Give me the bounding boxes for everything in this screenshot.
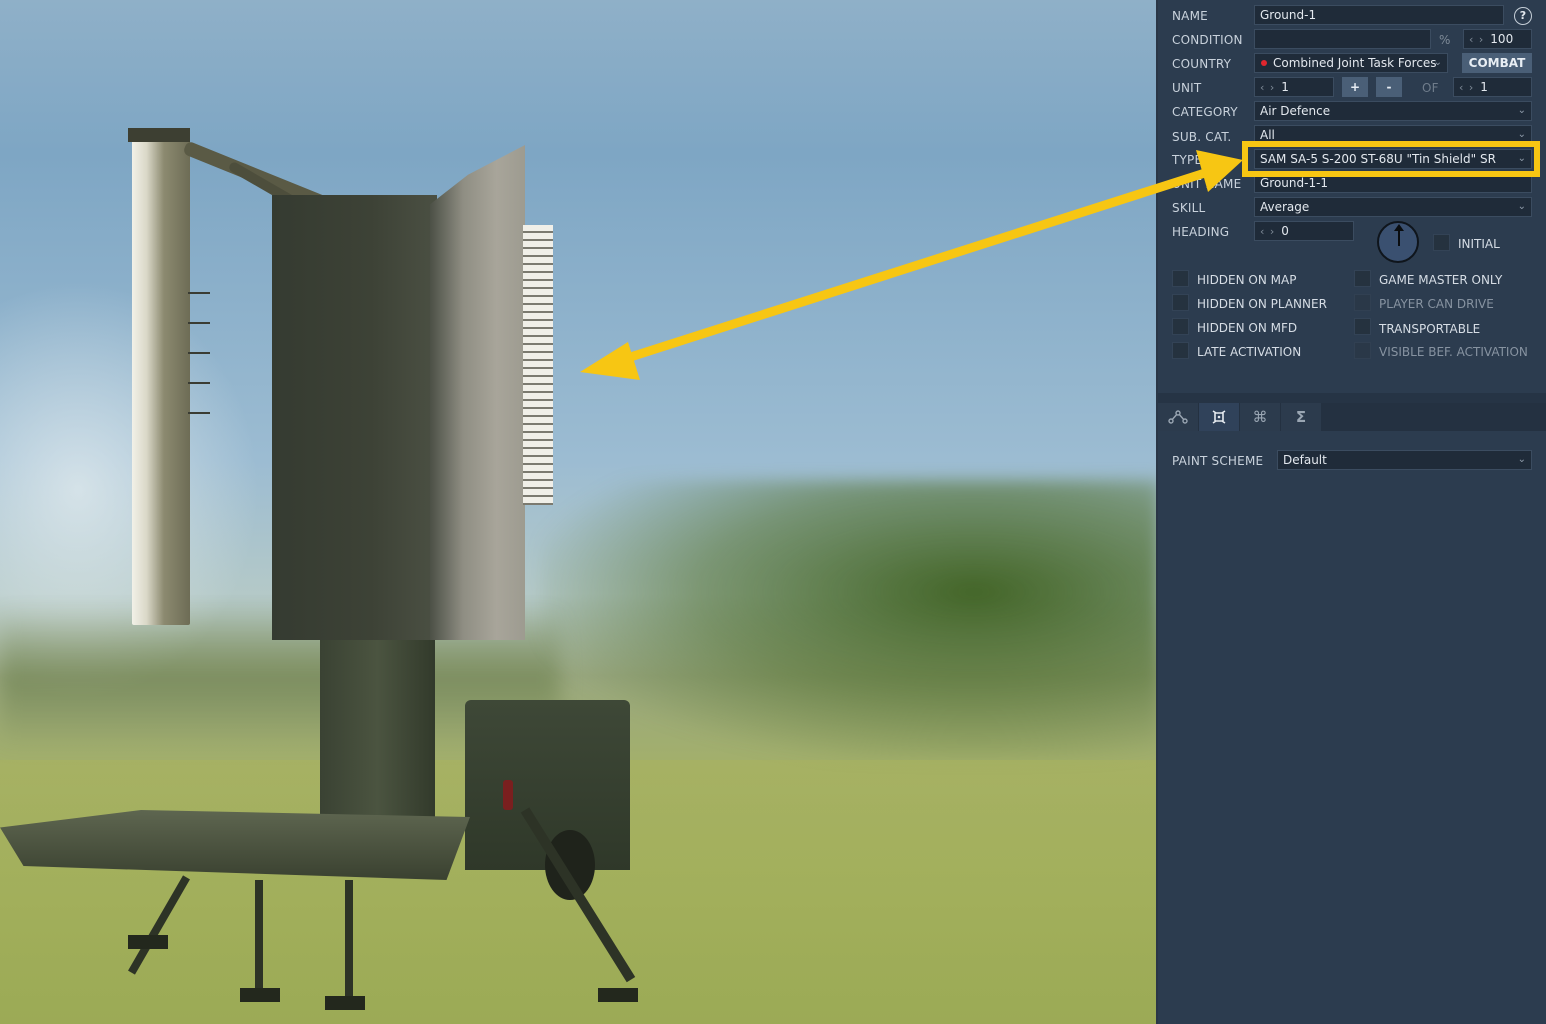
unit-target-icon bbox=[1212, 410, 1226, 424]
game-master-only-checkbox[interactable] bbox=[1354, 270, 1371, 287]
spinner-arrows-icon[interactable]: ‹ › bbox=[1260, 81, 1275, 94]
paint-scheme-label: PAINT SCHEME bbox=[1172, 454, 1264, 468]
visible-before-activation-label: VISIBLE BEF. ACTIVATION bbox=[1379, 345, 1528, 359]
transportable-checkbox[interactable] bbox=[1354, 318, 1371, 335]
outrigger-foot bbox=[240, 988, 280, 1002]
heading-dial[interactable] bbox=[1377, 221, 1419, 263]
player-can-drive-label: PLAYER CAN DRIVE bbox=[1379, 297, 1494, 311]
radar-iff-antenna-mast bbox=[132, 135, 190, 625]
subcategory-label: SUB. CAT. bbox=[1172, 130, 1232, 144]
background-trees bbox=[540, 480, 1156, 760]
condition-input[interactable] bbox=[1254, 29, 1431, 49]
radar-tail-light bbox=[503, 780, 513, 810]
panel-tab-bar: ⌘ Σ bbox=[1158, 403, 1546, 431]
radar-antenna-reflector bbox=[430, 145, 525, 640]
initial-heading-checkbox[interactable] bbox=[1433, 234, 1450, 251]
spinner-arrows-icon[interactable]: ‹ › bbox=[1459, 81, 1474, 94]
chevron-down-icon: ⌄ bbox=[1517, 201, 1526, 212]
chevron-down-icon: ⌄ bbox=[1517, 129, 1526, 140]
unit-label: UNIT bbox=[1172, 81, 1202, 95]
outrigger-foot bbox=[598, 988, 638, 1002]
spinner-arrows-icon[interactable]: ‹ › bbox=[1469, 33, 1484, 46]
command-icon: ⌘ bbox=[1252, 408, 1268, 426]
percent-symbol: % bbox=[1439, 33, 1451, 47]
section-divider bbox=[1158, 393, 1546, 403]
heading-label: HEADING bbox=[1172, 225, 1230, 239]
outrigger-foot bbox=[128, 935, 168, 949]
unit-name-input[interactable]: Ground-1-1 bbox=[1254, 173, 1532, 193]
tab-summary[interactable]: Σ bbox=[1281, 403, 1321, 431]
radar-antenna-panel bbox=[272, 195, 437, 640]
country-label: COUNTRY bbox=[1172, 57, 1232, 71]
remove-unit-button[interactable]: - bbox=[1376, 77, 1402, 97]
hidden-on-mfd-checkbox[interactable] bbox=[1172, 318, 1189, 335]
hidden-on-planner-checkbox[interactable] bbox=[1172, 294, 1189, 311]
unit-total-spinner[interactable]: ‹ › 1 bbox=[1453, 77, 1532, 97]
help-button[interactable]: ? bbox=[1514, 7, 1532, 25]
chevron-down-icon: ⌄ bbox=[1517, 454, 1526, 465]
tab-route[interactable] bbox=[1158, 403, 1198, 431]
type-label: TYPE bbox=[1172, 153, 1203, 167]
tab-triggered-actions[interactable]: ⌘ bbox=[1240, 403, 1280, 431]
skill-label: SKILL bbox=[1172, 201, 1206, 215]
name-value: Ground-1 bbox=[1260, 8, 1317, 22]
name-label: NAME bbox=[1172, 9, 1208, 23]
radar-feed-strip bbox=[523, 225, 553, 505]
category-select[interactable]: Air Defence ⌄ bbox=[1254, 101, 1532, 121]
sigma-icon: Σ bbox=[1295, 408, 1307, 426]
paint-scheme-select[interactable]: Default ⌄ bbox=[1277, 450, 1532, 470]
add-unit-button[interactable]: + bbox=[1342, 77, 1368, 97]
hidden-on-map-checkbox[interactable] bbox=[1172, 270, 1189, 287]
hidden-on-map-label: HIDDEN ON MAP bbox=[1197, 273, 1297, 287]
chevron-down-icon: ⌄ bbox=[1517, 153, 1526, 164]
hidden-on-mfd-label: HIDDEN ON MFD bbox=[1197, 321, 1298, 335]
radar-pedestal bbox=[320, 640, 435, 820]
unit-properties-panel: NAME Ground-1 ? CONDITION % ‹ › 100 COUNT… bbox=[1156, 0, 1546, 1024]
outrigger-leg bbox=[345, 880, 353, 1000]
chevron-down-icon: ⌄ bbox=[1517, 105, 1526, 116]
unit-number-spinner[interactable]: ‹ › 1 bbox=[1254, 77, 1334, 97]
spinner-arrows-icon[interactable]: ‹ › bbox=[1260, 225, 1275, 238]
category-label: CATEGORY bbox=[1172, 105, 1238, 119]
country-coalition-dot-icon bbox=[1261, 60, 1267, 66]
chevron-down-icon: ⌄ bbox=[1433, 57, 1442, 68]
late-activation-checkbox[interactable] bbox=[1172, 342, 1189, 359]
outrigger-leg bbox=[255, 880, 263, 990]
unit-of-label: OF bbox=[1422, 81, 1439, 95]
combat-button[interactable]: COMBAT bbox=[1462, 53, 1532, 73]
heading-needle bbox=[1398, 228, 1400, 246]
route-icon bbox=[1168, 410, 1188, 424]
radar-mast-cap bbox=[128, 128, 190, 142]
condition-label: CONDITION bbox=[1172, 33, 1243, 47]
radar-dipole-array bbox=[188, 270, 210, 440]
tab-unit-properties[interactable] bbox=[1199, 403, 1239, 431]
country-select[interactable]: Combined Joint Task Forces ⌄ bbox=[1254, 53, 1448, 73]
initial-heading-label: INITIAL bbox=[1458, 237, 1500, 251]
visible-before-activation-checkbox[interactable] bbox=[1354, 342, 1371, 359]
transportable-label: TRANSPORTABLE bbox=[1379, 322, 1481, 336]
subcategory-select[interactable]: All ⌄ bbox=[1254, 125, 1532, 145]
type-select[interactable]: SAM SA-5 S-200 ST-68U "Tin Shield" SR ⌄ bbox=[1254, 149, 1532, 169]
heading-spinner[interactable]: ‹ › 0 bbox=[1254, 221, 1354, 241]
condition-percent-spinner[interactable]: ‹ › 100 bbox=[1463, 29, 1532, 49]
unit-name-label: UNIT NAME bbox=[1172, 177, 1242, 191]
hidden-on-planner-label: HIDDEN ON PLANNER bbox=[1197, 297, 1327, 311]
player-can-drive-checkbox[interactable] bbox=[1354, 294, 1371, 311]
late-activation-label: LATE ACTIVATION bbox=[1197, 345, 1302, 359]
unit-3d-preview bbox=[0, 0, 1156, 1024]
skill-select[interactable]: Average ⌄ bbox=[1254, 197, 1532, 217]
country-value: Combined Joint Task Forces bbox=[1273, 56, 1437, 70]
name-input[interactable]: Ground-1 bbox=[1254, 5, 1504, 25]
outrigger-foot bbox=[325, 996, 365, 1010]
game-master-only-label: GAME MASTER ONLY bbox=[1379, 273, 1503, 287]
